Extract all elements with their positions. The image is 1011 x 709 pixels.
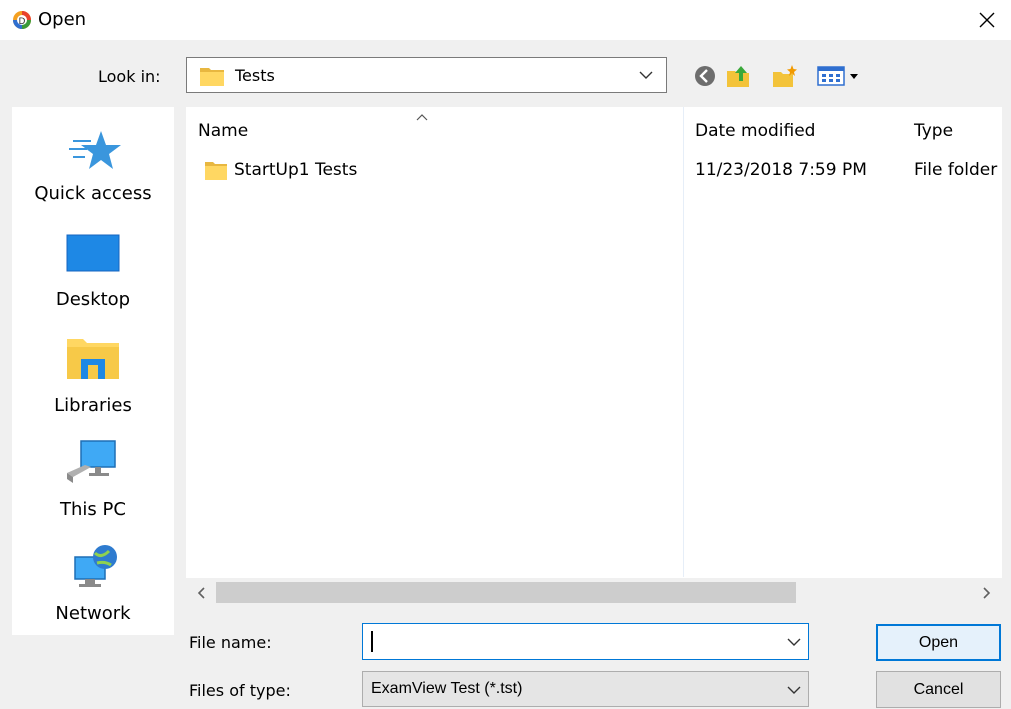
file-name-input[interactable] bbox=[369, 630, 769, 653]
up-folder-button[interactable] bbox=[724, 63, 754, 89]
look-in-value: Tests bbox=[235, 66, 275, 85]
horizontal-scrollbar[interactable] bbox=[186, 578, 1002, 607]
desktop-icon bbox=[66, 234, 120, 272]
place-libraries[interactable] bbox=[12, 335, 174, 386]
column-header-type[interactable]: Type bbox=[914, 121, 953, 141]
window-title: Open bbox=[38, 9, 87, 30]
svg-text:D: D bbox=[19, 17, 26, 27]
file-type-dropdown[interactable]: ExamView Test (*.tst) bbox=[362, 671, 809, 707]
place-label: Libraries bbox=[54, 395, 132, 416]
place-desktop[interactable] bbox=[12, 233, 174, 278]
file-name-cell: StartUp1 Tests bbox=[234, 160, 358, 180]
file-name-combobox[interactable] bbox=[362, 623, 809, 660]
look-in-dropdown[interactable]: Tests bbox=[186, 57, 667, 93]
scroll-thumb[interactable] bbox=[216, 582, 796, 603]
folder-icon bbox=[199, 65, 225, 92]
column-header-name[interactable]: Name bbox=[198, 121, 248, 141]
star-icon bbox=[69, 131, 121, 169]
computer-icon bbox=[67, 440, 116, 483]
new-folder-icon bbox=[773, 65, 797, 87]
app-icon: D bbox=[12, 10, 32, 30]
view-menu-button[interactable] bbox=[815, 63, 865, 89]
places-bar: Quick access Desktop Libraries This PC N… bbox=[12, 107, 174, 635]
place-label: Network bbox=[55, 603, 131, 624]
chevron-down-icon bbox=[786, 683, 802, 702]
file-type-label: Files of type: bbox=[189, 681, 291, 700]
view-grid-icon bbox=[817, 66, 858, 86]
chevron-down-icon bbox=[786, 635, 802, 654]
text-caret bbox=[371, 631, 373, 652]
up-folder-icon bbox=[727, 66, 749, 87]
file-type-value: ExamView Test (*.tst) bbox=[371, 680, 523, 697]
place-label: Quick access bbox=[34, 183, 152, 204]
cancel-button[interactable]: Cancel bbox=[876, 671, 1001, 708]
libraries-icon bbox=[67, 339, 119, 379]
scroll-left-button[interactable] bbox=[186, 578, 216, 607]
title-bar: D Open bbox=[0, 0, 1011, 40]
place-label: Desktop bbox=[55, 289, 131, 310]
back-button[interactable] bbox=[692, 63, 718, 89]
place-network[interactable] bbox=[12, 543, 174, 598]
place-this-pc[interactable] bbox=[12, 437, 174, 492]
place-quick-access[interactable] bbox=[12, 127, 174, 182]
file-list[interactable]: Name Date modified Type StartUp1 Tests 1… bbox=[186, 107, 1002, 607]
chevron-right-icon bbox=[983, 586, 991, 599]
folder-icon bbox=[204, 159, 228, 186]
scroll-right-button[interactable] bbox=[972, 578, 1002, 607]
open-button[interactable]: Open bbox=[876, 624, 1001, 661]
look-in-label: Look in: bbox=[98, 67, 161, 86]
network-icon bbox=[74, 545, 117, 587]
chevron-left-icon bbox=[197, 586, 205, 599]
back-arrow-icon bbox=[695, 66, 715, 86]
close-button[interactable] bbox=[962, 0, 1011, 40]
file-name-label: File name: bbox=[189, 633, 272, 652]
place-label: This PC bbox=[60, 499, 126, 520]
new-folder-button[interactable] bbox=[770, 63, 800, 89]
close-icon bbox=[979, 12, 994, 28]
chevron-down-icon bbox=[638, 68, 654, 87]
sort-ascending-icon bbox=[415, 109, 429, 127]
type-cell: File folder bbox=[914, 160, 998, 180]
table-row[interactable]: StartUp1 Tests 11/23/2018 7:59 PM File f… bbox=[186, 151, 1002, 185]
date-modified-cell: 11/23/2018 7:59 PM bbox=[695, 160, 867, 180]
column-header-date[interactable]: Date modified bbox=[695, 121, 815, 141]
